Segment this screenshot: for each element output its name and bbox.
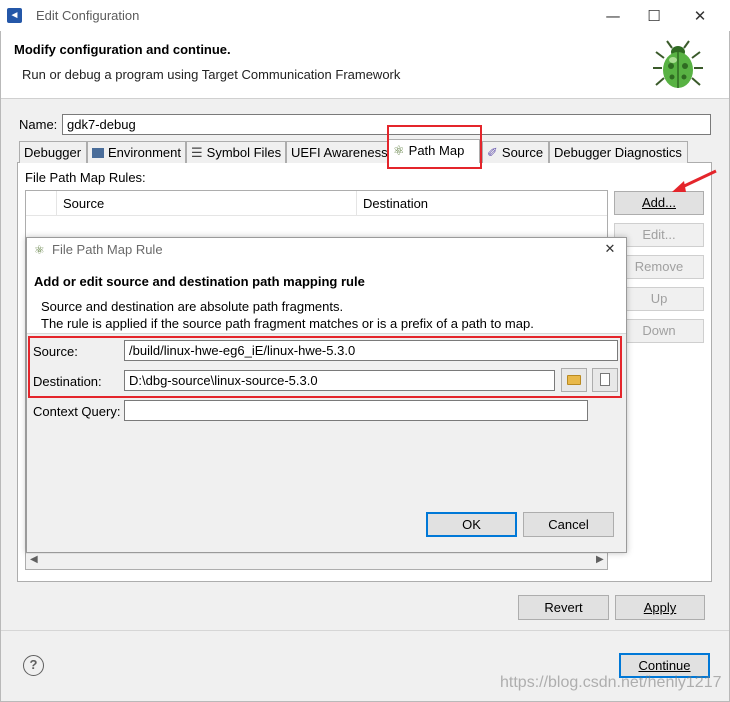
column-divider <box>56 191 57 216</box>
edit-button[interactable]: Edit... <box>614 223 704 247</box>
close-button[interactable]: ✕ <box>677 2 723 30</box>
edit-button-label: Edit... <box>642 227 676 242</box>
column-divider <box>356 191 357 216</box>
tab-uefi-awareness-label: UEFI Awareness <box>291 145 388 160</box>
app-icon: ◄ <box>7 8 22 23</box>
revert-button-label: Revert <box>544 600 583 615</box>
cancel-button[interactable]: Cancel <box>523 512 614 537</box>
tab-source-label: Source <box>501 145 544 160</box>
rules-table-header <box>26 191 607 216</box>
dialog-heading: Add or edit source and destination path … <box>34 274 365 289</box>
up-button-label: Up <box>650 291 668 306</box>
header-description: Run or debug a program using Target Comm… <box>22 67 401 82</box>
context-query-label: Context Query: <box>33 404 121 419</box>
up-button[interactable]: Up <box>614 287 704 311</box>
tab-symbol-files[interactable]: ☰ Symbol Files <box>186 141 286 163</box>
ok-button[interactable]: OK <box>426 512 517 537</box>
dialog-title: File Path Map Rule <box>52 242 163 257</box>
maximize-button[interactable]: ☐ <box>631 2 677 30</box>
dialog-app-icon: ⚛ <box>34 243 45 257</box>
apply-button-label: Apply <box>643 600 677 615</box>
help-icon[interactable]: ? <box>23 655 44 676</box>
tab-debugger-label: Debugger <box>24 145 82 160</box>
down-button-label: Down <box>642 323 676 338</box>
scroll-left-icon[interactable]: ◀ <box>30 554 38 565</box>
tab-debugger-diagnostics-label: Debugger Diagnostics <box>554 145 682 160</box>
source-destination-highlight-box <box>28 336 622 398</box>
header-title: Modify configuration and continue. <box>14 42 231 57</box>
footer-divider <box>1 630 729 631</box>
environment-icon <box>92 148 104 158</box>
dialog-close-button[interactable]: ✕ <box>598 240 622 260</box>
rules-table-scrollbar[interactable] <box>26 553 607 569</box>
minimize-button[interactable]: — <box>590 2 636 30</box>
tab-debugger-diagnostics[interactable]: Debugger Diagnostics <box>549 141 688 163</box>
context-query-input[interactable] <box>124 400 588 421</box>
cancel-button-label: Cancel <box>548 517 589 532</box>
remove-button[interactable]: Remove <box>614 255 704 279</box>
tab-debugger[interactable]: Debugger <box>19 141 87 163</box>
source-column-header[interactable]: Source <box>63 196 104 211</box>
remove-button-label: Remove <box>634 259 684 274</box>
name-label: Name: <box>19 117 58 132</box>
watermark: https://blog.csdn.net/henly1217 <box>500 674 722 691</box>
destination-column-header[interactable]: Destination <box>363 196 428 211</box>
tab-source[interactable]: ✐ Source <box>482 141 549 163</box>
ok-button-label: OK <box>462 517 481 532</box>
rules-label: File Path Map Rules: <box>25 170 146 185</box>
continue-button-label: Continue <box>638 658 691 673</box>
dialog-description-line2: The rule is applied if the source path f… <box>41 316 534 331</box>
source-icon: ✐ <box>487 145 498 160</box>
tab-symbol-files-label: Symbol Files <box>206 145 282 160</box>
annotation-arrow-icon <box>672 169 717 192</box>
down-button[interactable]: Down <box>614 319 704 343</box>
dialog-description-line1: Source and destination are absolute path… <box>41 299 344 314</box>
path-map-highlight-box <box>387 125 482 169</box>
tab-environment-label: Environment <box>108 145 181 160</box>
revert-button[interactable]: Revert <box>518 595 609 620</box>
apply-button[interactable]: Apply <box>615 595 705 620</box>
tab-uefi-awareness[interactable]: UEFI Awareness <box>286 141 388 163</box>
tab-environment[interactable]: Environment <box>87 141 186 163</box>
symbol-files-icon: ☰ <box>191 145 203 160</box>
scroll-right-icon[interactable]: ▶ <box>596 554 604 565</box>
window-title: Edit Configuration <box>36 8 140 23</box>
debug-bug-icon <box>653 40 703 88</box>
